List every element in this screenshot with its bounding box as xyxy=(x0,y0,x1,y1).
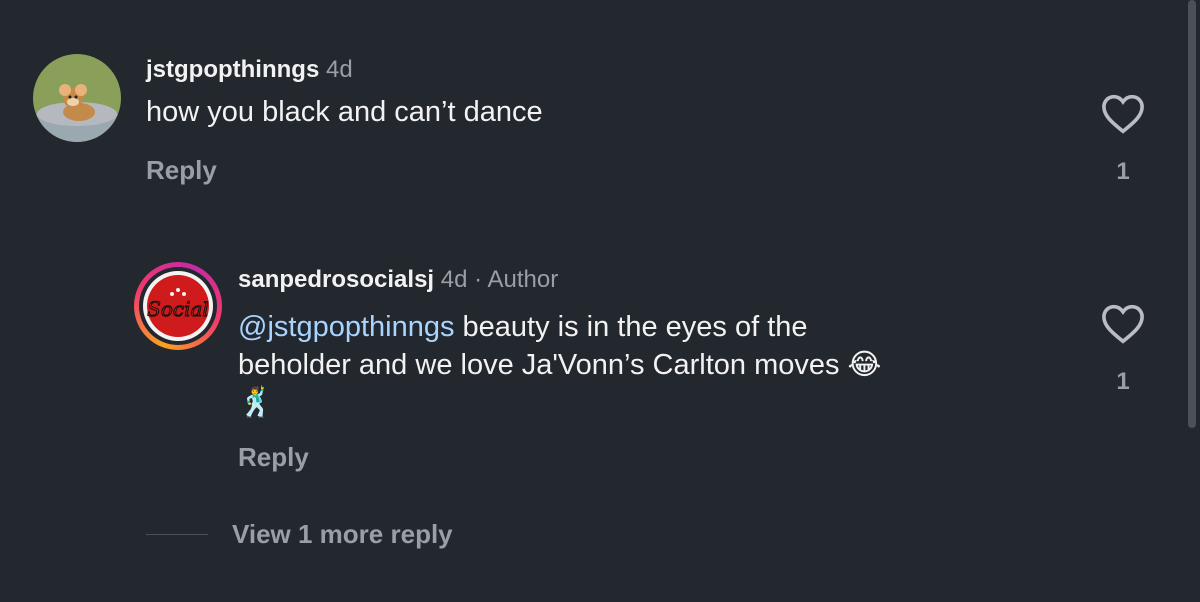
avatar-jstgpopthinngs[interactable] xyxy=(33,54,121,142)
reply-text-part-1: beauty is in the eyes of the xyxy=(462,311,808,343)
reply-text-part-2: beholder and we love Ja'Vonn’s Carlton m… xyxy=(238,349,840,381)
timestamp: 4d xyxy=(440,266,468,293)
mouse-avatar-image xyxy=(33,54,121,142)
author-badge: Author xyxy=(487,266,559,293)
username[interactable]: sanpedrosocialsj xyxy=(238,266,434,293)
like-heart-icon[interactable] xyxy=(1101,304,1145,349)
like-count: 1 xyxy=(1116,368,1130,395)
comment-header: jstgpopthinngs 4d xyxy=(146,56,353,84)
comment-text: how you black and can’t dance xyxy=(146,96,543,128)
timestamp: 4d xyxy=(325,56,353,83)
separator-dot: · xyxy=(474,266,483,293)
laughing-emoji: 😂 xyxy=(847,349,882,381)
reply-text-line-2: beholder and we love Ja'Vonn’s Carlton m… xyxy=(238,346,881,384)
reply-header: sanpedrosocialsj 4d · Author xyxy=(238,266,558,294)
like-count: 1 xyxy=(1116,158,1130,185)
scrollbar-thumb[interactable] xyxy=(1188,0,1196,428)
avatar-sanpedrosocialsj[interactable]: Social xyxy=(134,262,222,350)
view-more-replies-label: View 1 more reply xyxy=(232,518,453,549)
reply-button[interactable]: Reply xyxy=(238,442,309,473)
reply-text-line-3: 🕺 xyxy=(238,384,881,422)
dancer-emoji: 🕺 xyxy=(238,387,275,419)
reply-text-line-1: @jstgpopthinngs beauty is in the eyes of… xyxy=(238,308,881,346)
divider-line xyxy=(146,533,208,535)
mention-link[interactable]: @jstgpopthinngs xyxy=(238,311,454,343)
comment-jstgpopthinngs: jstgpopthinngs 4d how you black and can’… xyxy=(0,0,1200,220)
like-heart-icon[interactable] xyxy=(1101,94,1145,139)
reply-sanpedrosocialsj: Social sanpedrosocialsj 4d · Author @jst… xyxy=(0,240,1200,490)
username[interactable]: jstgpopthinngs xyxy=(146,56,319,83)
social-logo-image: Social xyxy=(139,267,217,345)
reply-button[interactable]: Reply xyxy=(146,155,217,186)
reply-text: @jstgpopthinngs beauty is in the eyes of… xyxy=(238,308,881,422)
view-more-replies[interactable]: View 1 more reply xyxy=(146,516,453,552)
svg-text:Social: Social xyxy=(147,297,209,321)
